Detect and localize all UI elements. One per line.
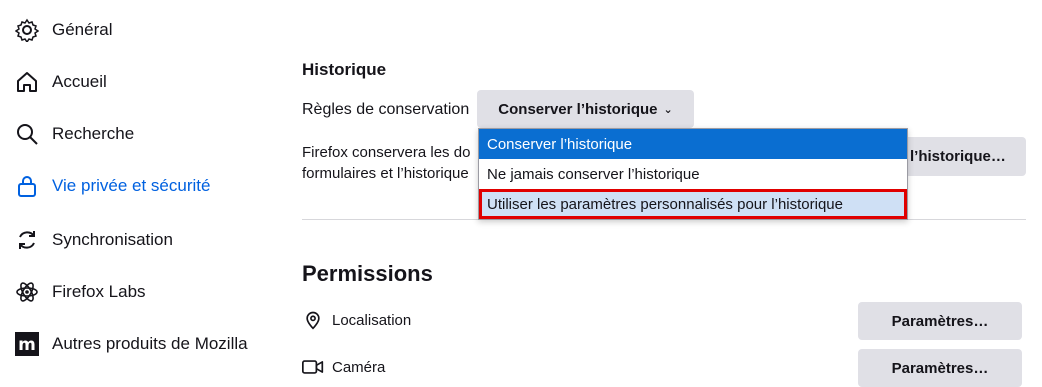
camera-settings-button[interactable]: Paramètres… (858, 349, 1022, 387)
sidebar-item-search[interactable]: Recherche (14, 116, 134, 152)
location-settings-button[interactable]: Paramètres… (858, 302, 1022, 340)
mozilla-logo-icon: m (14, 331, 40, 357)
sidebar-item-label: Recherche (52, 124, 135, 143)
permission-label: Localisation (332, 311, 412, 329)
clear-history-label: l’historique… (910, 148, 1006, 165)
sidebar-item-firefox-labs[interactable]: Firefox Labs (14, 274, 146, 310)
option-never-keep-history[interactable]: Ne jamais conserver l’historique (479, 159, 907, 189)
sidebar-item-label: Autres produits de Mozilla (52, 334, 248, 353)
sync-icon (14, 227, 40, 253)
description-line-2: formulaires et l’historique (302, 165, 469, 182)
camera-icon (302, 356, 324, 378)
history-mode-select[interactable]: Conserver l’historique ⌄ (477, 90, 694, 128)
permission-row-location: Localisation (302, 309, 411, 331)
location-pin-icon (302, 309, 324, 331)
history-heading: Historique (302, 60, 387, 79)
lock-icon (14, 173, 40, 199)
sidebar-item-label: Synchronisation (52, 230, 173, 249)
sidebar-item-label: Général (52, 20, 113, 39)
sidebar-item-sync[interactable]: Synchronisation (14, 222, 173, 258)
permissions-heading: Permissions (302, 261, 433, 286)
clear-history-button[interactable]: l’historique… (900, 137, 1026, 176)
retention-rules-label: Règles de conservation (302, 101, 470, 118)
sidebar-item-general[interactable]: Général (14, 12, 112, 48)
description-line-1: Firefox conservera les do (302, 144, 471, 161)
main-content: Historique Règles de conservation Conser… (302, 0, 1042, 387)
svg-text:m: m (18, 335, 36, 355)
history-description: Firefox conservera les do formulaires et… (302, 142, 470, 184)
atom-icon (14, 279, 40, 305)
sidebar-item-label: Firefox Labs (52, 282, 146, 301)
permission-label: Caméra (332, 358, 386, 376)
gear-icon (14, 17, 40, 43)
option-custom-history-settings[interactable]: Utiliser les paramètres personnalisés po… (479, 189, 907, 219)
chevron-down-icon: ⌄ (663, 103, 673, 116)
search-icon (14, 121, 40, 147)
sidebar-item-home[interactable]: Accueil (14, 64, 107, 100)
sidebar-item-label: Accueil (52, 72, 107, 91)
option-keep-history[interactable]: Conserver l’historique (479, 129, 907, 159)
permission-row-camera: Caméra (302, 356, 385, 378)
sidebar: Général Accueil Recherche Vie privée et … (0, 0, 270, 381)
select-value: Conserver l’historique (498, 100, 658, 118)
history-mode-dropdown: Conserver l’historique Ne jamais conserv… (478, 128, 908, 220)
sidebar-item-privacy[interactable]: Vie privée et sécurité (14, 168, 210, 204)
settings-button-label: Paramètres… (891, 312, 989, 330)
sidebar-item-label: Vie privée et sécurité (52, 176, 211, 195)
sidebar-item-mozilla-products[interactable]: m Autres produits de Mozilla (14, 326, 248, 362)
home-icon (14, 69, 40, 95)
settings-button-label: Paramètres… (891, 359, 989, 377)
